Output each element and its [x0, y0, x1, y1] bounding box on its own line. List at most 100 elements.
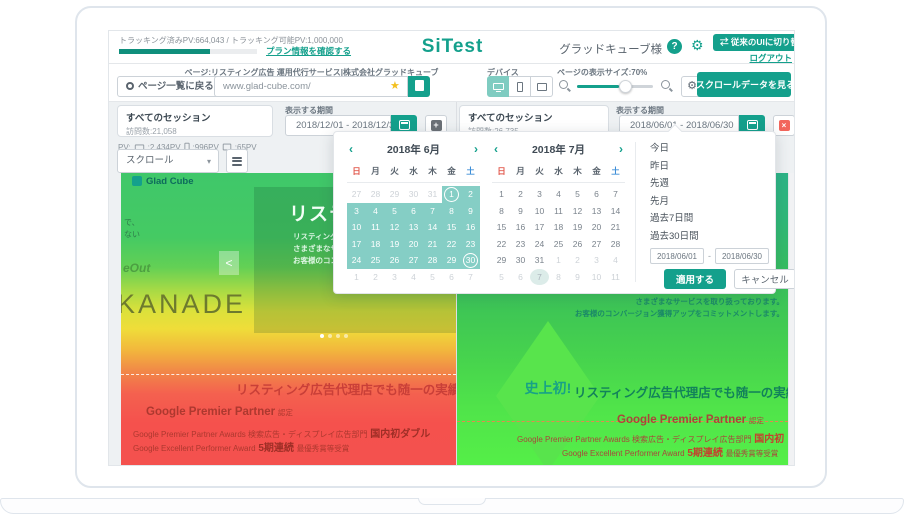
- calendar-day[interactable]: 11: [606, 269, 625, 286]
- calendar-day[interactable]: 12: [385, 219, 404, 236]
- calendar-day[interactable]: 31: [423, 186, 442, 203]
- calendar-day[interactable]: 6: [587, 186, 606, 203]
- preset-past-7-days[interactable]: 過去7日間: [650, 210, 699, 228]
- device-mobile-button[interactable]: [509, 76, 531, 97]
- calendar-day[interactable]: 6: [511, 269, 530, 286]
- zoom-slider[interactable]: [577, 85, 653, 88]
- cancel-button[interactable]: キャンセル: [734, 269, 795, 289]
- calendar-day[interactable]: 28: [423, 252, 442, 269]
- calendar-day[interactable]: 9: [461, 203, 480, 220]
- device-desktop-button[interactable]: [487, 76, 509, 97]
- calendar-day[interactable]: 13: [404, 219, 423, 236]
- remove-comparison-button[interactable]: ×: [773, 115, 795, 136]
- calendar-day[interactable]: 5: [423, 269, 442, 286]
- calendar-day[interactable]: 17: [530, 219, 549, 236]
- calendar-day[interactable]: 7: [606, 186, 625, 203]
- calendar-day[interactable]: 20: [404, 236, 423, 253]
- calendar-day[interactable]: 1: [549, 252, 568, 269]
- calendar-day[interactable]: 24: [347, 252, 366, 269]
- calendar-day[interactable]: 3: [530, 186, 549, 203]
- calendar-day[interactable]: 29: [492, 252, 511, 269]
- next-month-icon[interactable]: ›: [474, 142, 478, 156]
- range-end-input[interactable]: [715, 248, 769, 264]
- calendar-day[interactable]: 30: [404, 186, 423, 203]
- calendar-day[interactable]: 4: [404, 269, 423, 286]
- calendar-day[interactable]: 16: [511, 219, 530, 236]
- preset-today[interactable]: 今日: [650, 140, 699, 158]
- calendar-day[interactable]: 25: [366, 252, 385, 269]
- calendar-day[interactable]: 21: [606, 219, 625, 236]
- calendar-day[interactable]: 8: [442, 203, 461, 220]
- calendar-day[interactable]: 2: [568, 252, 587, 269]
- calendar-day[interactable]: 3: [347, 203, 366, 220]
- heatmap-mode-select[interactable]: スクロール ▾: [117, 149, 219, 173]
- calendar-day[interactable]: 27: [404, 252, 423, 269]
- calendar-day[interactable]: 2: [461, 186, 480, 203]
- calendar-day[interactable]: 14: [606, 203, 625, 220]
- calendar-day[interactable]: 23: [511, 236, 530, 253]
- plan-info-link[interactable]: プラン情報を確認する: [266, 45, 351, 57]
- calendar-day[interactable]: 11: [366, 219, 385, 236]
- logout-link[interactable]: ログアウト: [749, 52, 792, 64]
- calendar-day[interactable]: 26: [385, 252, 404, 269]
- settings-gear-icon[interactable]: ⚙: [691, 37, 704, 54]
- calendar-day[interactable]: 3: [385, 269, 404, 286]
- calendar-day[interactable]: 11: [549, 203, 568, 220]
- device-tablet-button[interactable]: [531, 76, 553, 97]
- calendar-day[interactable]: 17: [347, 236, 366, 253]
- preset-last-month[interactable]: 先月: [650, 193, 699, 211]
- calendar-day[interactable]: 15: [492, 219, 511, 236]
- zoom-slider-thumb[interactable]: [619, 80, 632, 93]
- calendar-day[interactable]: 2: [511, 186, 530, 203]
- calendar-day[interactable]: 29: [385, 186, 404, 203]
- calendar-day[interactable]: 22: [442, 236, 461, 253]
- calendar-day[interactable]: 25: [549, 236, 568, 253]
- calendar-day[interactable]: 2: [366, 269, 385, 286]
- calendar-day[interactable]: 18: [549, 219, 568, 236]
- calendar-day[interactable]: 21: [423, 236, 442, 253]
- zoom-out-icon[interactable]: [559, 80, 568, 89]
- calendar-day[interactable]: 23: [461, 236, 480, 253]
- calendar-day[interactable]: 20: [587, 219, 606, 236]
- calendar-day[interactable]: 31: [530, 252, 549, 269]
- calendar-day[interactable]: 26: [568, 236, 587, 253]
- next-month-icon[interactable]: ›: [619, 142, 623, 156]
- calendar-day[interactable]: 4: [606, 252, 625, 269]
- calendar-day[interactable]: 10: [587, 269, 606, 286]
- calendar-day[interactable]: 1: [442, 186, 461, 203]
- preset-yesterday[interactable]: 昨日: [650, 158, 699, 176]
- calendar-day[interactable]: 24: [530, 236, 549, 253]
- help-icon[interactable]: ?: [667, 39, 682, 54]
- calendar-day[interactable]: 12: [568, 203, 587, 220]
- calendar-day[interactable]: 9: [511, 203, 530, 220]
- calendar-day[interactable]: 16: [461, 219, 480, 236]
- calendar-day[interactable]: 18: [366, 236, 385, 253]
- preset-last-week[interactable]: 先週: [650, 175, 699, 193]
- calendar-day[interactable]: 4: [549, 186, 568, 203]
- calendar-day[interactable]: 5: [568, 186, 587, 203]
- layers-button[interactable]: [226, 149, 248, 173]
- calendar-day[interactable]: 30: [461, 252, 480, 269]
- calendar-day[interactable]: 22: [492, 236, 511, 253]
- calendar-day[interactable]: 28: [606, 236, 625, 253]
- calendar-day[interactable]: 15: [442, 219, 461, 236]
- calendar-day[interactable]: 6: [442, 269, 461, 286]
- apply-button[interactable]: 適用する: [664, 269, 726, 289]
- calendar-day[interactable]: 8: [549, 269, 568, 286]
- calendar-day[interactable]: 8: [492, 203, 511, 220]
- calendar-day[interactable]: 4: [366, 203, 385, 220]
- calendar-day[interactable]: 27: [587, 236, 606, 253]
- favorite-star-icon[interactable]: ★: [390, 79, 400, 92]
- calendar-day[interactable]: 1: [347, 269, 366, 286]
- zoom-in-icon[interactable]: [661, 80, 670, 89]
- scrollbar[interactable]: [788, 173, 795, 466]
- preset-past-30-days[interactable]: 過去30日間: [650, 228, 699, 246]
- calendar-day[interactable]: 10: [530, 203, 549, 220]
- calendar-day[interactable]: 30: [511, 252, 530, 269]
- calendar-day[interactable]: 6: [404, 203, 423, 220]
- calendar-day[interactable]: 19: [385, 236, 404, 253]
- calendar-day[interactable]: 7: [423, 203, 442, 220]
- calendar-day[interactable]: 1: [492, 186, 511, 203]
- calendar-day[interactable]: 29: [442, 252, 461, 269]
- calendar-day[interactable]: 13: [587, 203, 606, 220]
